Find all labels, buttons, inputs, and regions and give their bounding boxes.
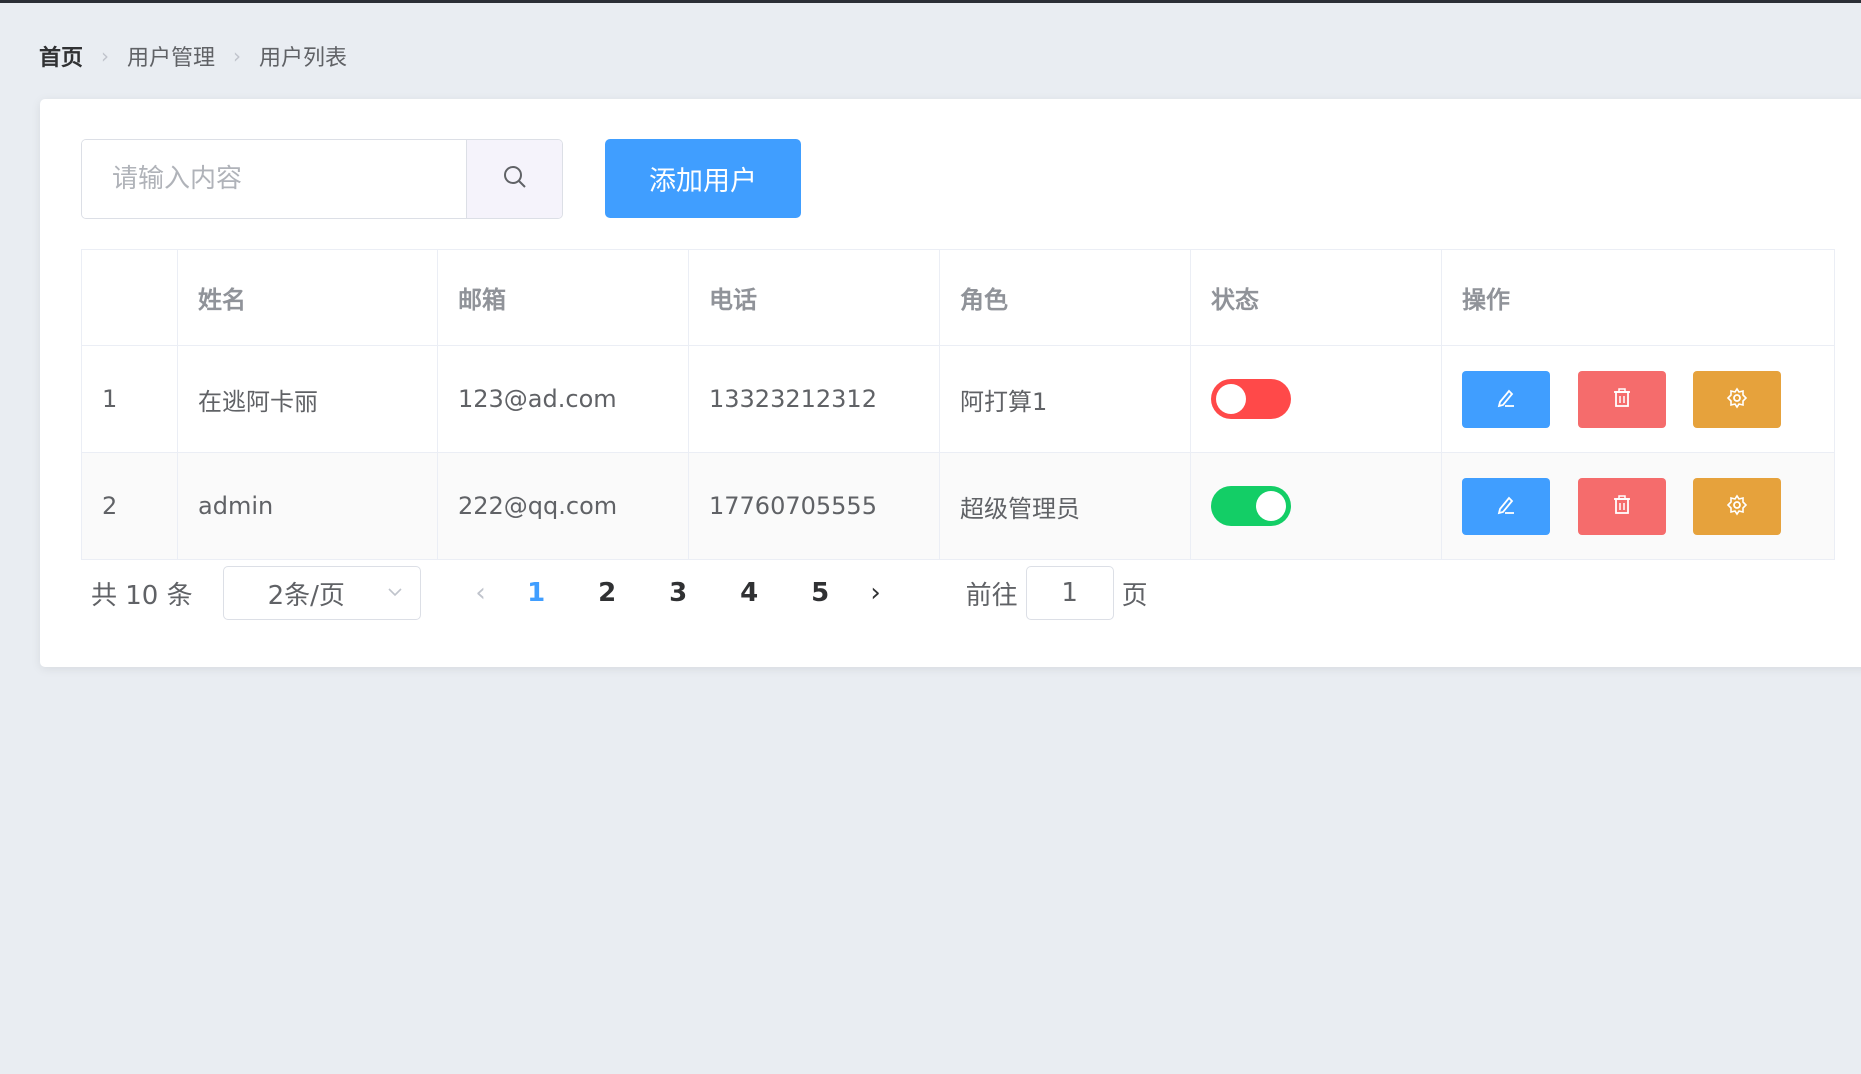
goto-page-input[interactable] xyxy=(1025,566,1114,620)
header-name: 姓名 xyxy=(177,249,438,346)
goto-suffix: 页 xyxy=(1121,580,1148,611)
header-phone: 电话 xyxy=(688,249,940,346)
header-role: 角色 xyxy=(939,249,1191,346)
pagination-total: 共 10 条 xyxy=(91,580,193,611)
search-icon xyxy=(502,164,528,194)
delete-icon xyxy=(1611,387,1633,412)
cell-role: 超级管理员 xyxy=(939,452,1191,560)
delete-button[interactable] xyxy=(1577,477,1666,535)
status-switch[interactable] xyxy=(1211,379,1291,419)
table-row: 1 在逃阿卡丽 123@ad.com 13323212312 阿打算1 xyxy=(81,345,1835,453)
prev-page-button[interactable]: ‹ xyxy=(461,578,501,608)
user-table: 姓名 邮箱 电话 角色 状态 操作 1 在逃阿卡丽 123@ad.com 133… xyxy=(81,249,1835,560)
cell-status xyxy=(1190,345,1442,453)
page-2[interactable]: 2 xyxy=(572,578,643,608)
breadcrumb-home[interactable]: 首页 xyxy=(39,40,83,72)
next-page-button[interactable]: › xyxy=(856,578,896,608)
edit-icon xyxy=(1495,494,1517,519)
edit-button[interactable] xyxy=(1462,477,1550,535)
header-email: 邮箱 xyxy=(437,249,689,346)
table-header-row: 姓名 邮箱 电话 角色 状态 操作 xyxy=(81,249,1835,346)
page-1[interactable]: 1 xyxy=(501,578,572,608)
cell-index: 2 xyxy=(81,452,178,560)
page-3[interactable]: 3 xyxy=(643,578,714,608)
goto-label: 前往 xyxy=(965,580,1018,611)
breadcrumb: 首页 › 用户管理 › 用户列表 xyxy=(39,40,347,72)
cell-email: 222@qq.com xyxy=(437,452,689,560)
breadcrumb-separator-icon: › xyxy=(101,44,110,68)
breadcrumb-separator-icon: › xyxy=(233,44,242,68)
delete-button[interactable] xyxy=(1577,370,1666,428)
add-user-button[interactable]: 添加用户 xyxy=(605,139,801,218)
header-index xyxy=(81,249,178,346)
cell-name: admin xyxy=(177,452,438,560)
content-card: 添加用户 姓名 邮箱 电话 角色 状态 操作 1 在逃阿卡丽 123@ad.co… xyxy=(40,99,1861,667)
cell-actions xyxy=(1441,452,1835,560)
setting-button[interactable] xyxy=(1693,370,1782,428)
pagination: 共 10 条 2条/页 ‹ 1 2 3 4 5 › 前往 页 xyxy=(81,565,1148,621)
cell-actions xyxy=(1441,345,1835,453)
search-bar xyxy=(81,139,563,219)
edit-icon xyxy=(1495,387,1517,412)
cell-email: 123@ad.com xyxy=(437,345,689,453)
setting-icon xyxy=(1726,387,1748,412)
breadcrumb-user-list: 用户列表 xyxy=(259,46,348,71)
breadcrumb-user-management: 用户管理 xyxy=(127,46,216,71)
cell-phone: 13323212312 xyxy=(688,345,940,453)
switch-knob xyxy=(1256,491,1286,521)
top-border xyxy=(0,0,1861,3)
table-row: 2 admin 222@qq.com 17760705555 超级管理员 xyxy=(81,452,1835,560)
status-switch[interactable] xyxy=(1211,486,1291,526)
cell-phone: 17760705555 xyxy=(688,452,940,560)
page-size-select[interactable]: 2条/页 xyxy=(222,566,421,620)
page-5[interactable]: 5 xyxy=(785,578,856,608)
edit-button[interactable] xyxy=(1462,370,1550,428)
setting-button[interactable] xyxy=(1693,477,1782,535)
chevron-down-icon xyxy=(386,578,404,608)
cell-role: 阿打算1 xyxy=(939,345,1191,453)
delete-icon xyxy=(1611,494,1633,519)
switch-knob xyxy=(1216,384,1246,414)
header-actions: 操作 xyxy=(1441,249,1835,346)
cell-status xyxy=(1190,452,1442,560)
search-button[interactable] xyxy=(466,140,562,218)
setting-icon xyxy=(1726,494,1748,519)
page-4[interactable]: 4 xyxy=(714,578,785,608)
page-size-value: 2条/页 xyxy=(267,580,345,611)
cell-name: 在逃阿卡丽 xyxy=(177,345,438,453)
header-status: 状态 xyxy=(1190,249,1442,346)
search-input[interactable] xyxy=(82,140,466,218)
cell-index: 1 xyxy=(81,345,178,453)
